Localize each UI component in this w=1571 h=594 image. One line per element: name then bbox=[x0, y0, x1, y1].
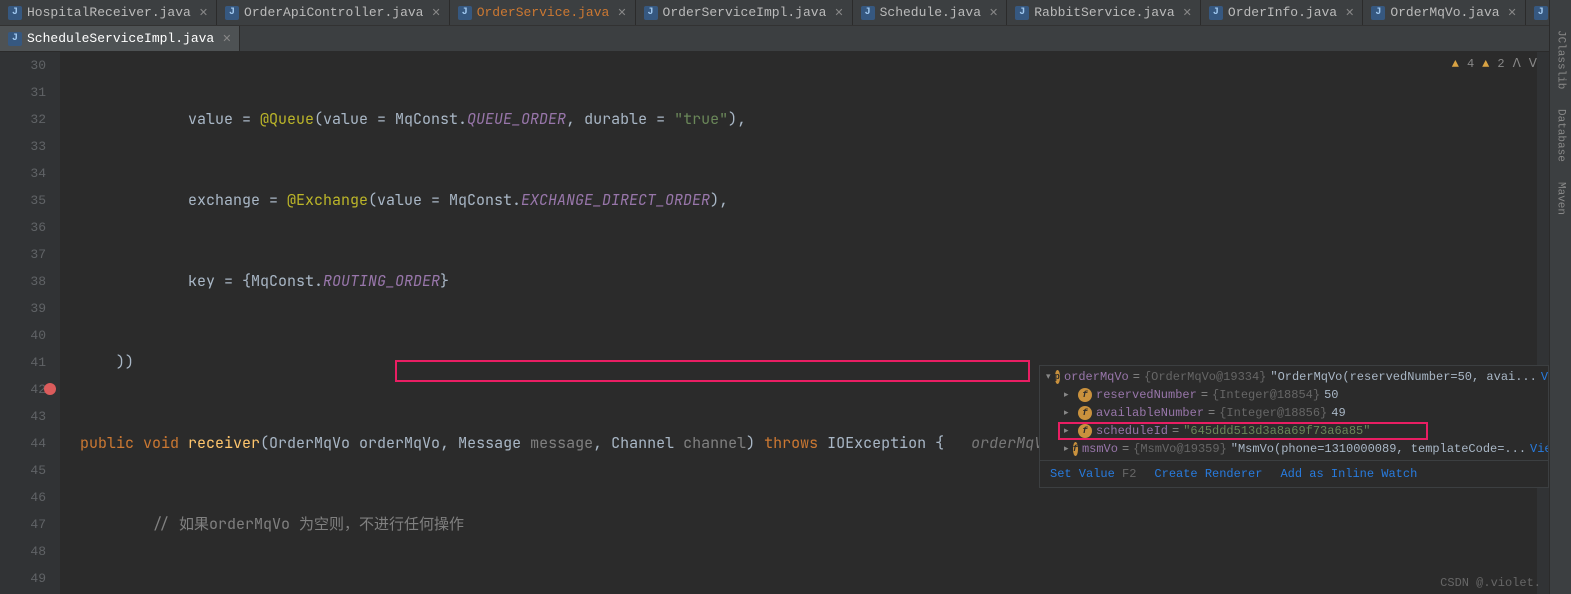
editor-tab[interactable]: J RabbitService.java ✕ bbox=[1007, 0, 1201, 25]
create-renderer-action[interactable]: Create Renderer bbox=[1154, 467, 1262, 481]
tab-label: ScheduleServiceImpl.java bbox=[27, 31, 214, 46]
java-file-icon: J bbox=[1015, 6, 1029, 20]
var-row[interactable]: ▸ f reservedNumber = {Integer@18854} 50 bbox=[1040, 386, 1548, 404]
expand-icon[interactable]: ▸ bbox=[1064, 408, 1074, 418]
jclasslib-tool[interactable]: JClasslib bbox=[1555, 30, 1567, 89]
expand-icon[interactable]: ▸ bbox=[1064, 444, 1069, 454]
field-icon: f bbox=[1078, 406, 1092, 420]
editor-area: 303132333435363738394041 4 2 43444546474849… bbox=[0, 52, 1571, 594]
view-link[interactable]: View bbox=[1541, 370, 1548, 384]
line-number[interactable]: 31 bbox=[0, 79, 54, 106]
close-icon[interactable]: ✕ bbox=[1183, 6, 1192, 20]
next-highlight-icon[interactable]: ᐯ bbox=[1529, 56, 1537, 71]
editor-tab[interactable]: J OrderMqVo.java ✕ bbox=[1363, 0, 1525, 25]
line-number[interactable]: 47 bbox=[0, 511, 54, 538]
right-tool-strip: JClasslib Database Maven bbox=[1549, 0, 1571, 594]
line-gutter: 3031323334353637383940414243444546474849 bbox=[0, 52, 60, 594]
editor-tab[interactable]: J HospitalReceiver.java ✕ bbox=[0, 0, 217, 25]
tab-label: RabbitService.java bbox=[1034, 5, 1174, 20]
line-number[interactable]: 45 bbox=[0, 457, 54, 484]
warning-icon: ▲ bbox=[1482, 57, 1489, 71]
line-number[interactable]: 40 bbox=[0, 322, 54, 349]
editor-tab[interactable]: J Schedule.java ✕ bbox=[853, 0, 1008, 25]
line-number[interactable]: 49 bbox=[0, 565, 54, 592]
breakpoint-icon[interactable] bbox=[44, 383, 56, 395]
var-row[interactable]: ▸ f availableNumber = {Integer@18856} 49 bbox=[1040, 404, 1548, 422]
watermark: CSDN @.violet. bbox=[1440, 576, 1541, 590]
java-file-icon: J bbox=[1534, 6, 1548, 20]
java-file-icon: J bbox=[8, 6, 22, 20]
view-link[interactable]: Vie bbox=[1530, 442, 1548, 456]
set-value-action[interactable]: Set Value F2 bbox=[1050, 467, 1136, 481]
line-number[interactable]: 35 bbox=[0, 187, 54, 214]
tab-label: OrderApiController.java bbox=[244, 5, 423, 20]
field-icon: f bbox=[1078, 424, 1092, 438]
field-icon: f bbox=[1078, 388, 1092, 402]
line-number[interactable]: 34 bbox=[0, 160, 54, 187]
tab-label: OrderServiceImpl.java bbox=[663, 5, 827, 20]
line-number[interactable]: 46 bbox=[0, 484, 54, 511]
tab-label: OrderService.java bbox=[477, 5, 610, 20]
expand-icon[interactable]: ▸ bbox=[1064, 426, 1074, 436]
expand-icon[interactable]: ▸ bbox=[1064, 390, 1074, 400]
line-number[interactable]: 30 bbox=[0, 52, 54, 79]
java-file-icon: J bbox=[225, 6, 239, 20]
line-number[interactable]: 38 bbox=[0, 268, 54, 295]
line-number[interactable]: 41 bbox=[0, 349, 54, 376]
java-file-icon: J bbox=[8, 32, 22, 46]
java-file-icon: J bbox=[1209, 6, 1223, 20]
error-count: 4 bbox=[1467, 57, 1474, 71]
line-number[interactable]: 44 bbox=[0, 430, 54, 457]
editor-tabs-row1: J HospitalReceiver.java ✕ J OrderApiControll… bbox=[0, 0, 1571, 26]
maven-tool[interactable]: Maven bbox=[1555, 182, 1567, 215]
scrollbar-track[interactable] bbox=[1537, 52, 1549, 594]
close-icon[interactable]: ✕ bbox=[431, 6, 440, 20]
java-file-icon: J bbox=[644, 6, 658, 20]
line-number[interactable]: 33 bbox=[0, 133, 54, 160]
close-icon[interactable]: ✕ bbox=[989, 6, 998, 20]
var-row-root[interactable]: ▾ p orderMqVo = {OrderMqVo@19334} "Order… bbox=[1040, 368, 1548, 386]
editor-tab[interactable]: J OrderInfo.java ✕ bbox=[1201, 0, 1363, 25]
debug-variables-panel: ▾ p orderMqVo = {OrderMqVo@19334} "Order… bbox=[1039, 365, 1549, 488]
line-number[interactable]: 36 bbox=[0, 214, 54, 241]
debug-actions: Set Value F2 Create Renderer Add as Inli… bbox=[1040, 460, 1548, 487]
prev-highlight-icon[interactable]: ᐱ bbox=[1513, 56, 1521, 71]
add-inline-watch-action[interactable]: Add as Inline Watch bbox=[1280, 467, 1417, 481]
error-icon: ▲ bbox=[1452, 57, 1459, 71]
editor-tab[interactable]: J OrderApiController.java ✕ bbox=[217, 0, 450, 25]
editor-tab[interactable]: J OrderServiceImpl.java ✕ bbox=[636, 0, 853, 25]
java-file-icon: J bbox=[458, 6, 472, 20]
line-number[interactable]: 37 bbox=[0, 241, 54, 268]
java-file-icon: J bbox=[861, 6, 875, 20]
var-row[interactable]: ▸ f msmVo = {MsmVo@19359} "MsmVo(phone=1… bbox=[1040, 440, 1548, 458]
close-icon[interactable]: ✕ bbox=[1508, 6, 1517, 20]
inspection-widget[interactable]: ▲ 4 ▲ 2 ᐱ ᐯ bbox=[1452, 56, 1537, 71]
tab-label: HospitalReceiver.java bbox=[27, 5, 191, 20]
close-icon[interactable]: ✕ bbox=[617, 6, 626, 20]
line-number[interactable]: 48 bbox=[0, 538, 54, 565]
tab-label: Schedule.java bbox=[880, 5, 981, 20]
close-icon[interactable]: ✕ bbox=[834, 6, 843, 20]
var-row-highlighted[interactable]: ▸ f scheduleId = "645ddd513d3a8a69f73a6a… bbox=[1040, 422, 1548, 440]
editor-tabs-row2: J ScheduleServiceImpl.java ✕ bbox=[0, 26, 1571, 52]
editor-tab[interactable]: J ScheduleServiceImpl.java ✕ bbox=[0, 26, 240, 51]
param-icon: p bbox=[1055, 370, 1060, 384]
code-content[interactable]: value = @Queue(value = MqConst.QUEUE_ORD… bbox=[60, 52, 1571, 594]
editor-tab[interactable]: J OrderService.java ✕ bbox=[450, 0, 636, 25]
close-icon[interactable]: ✕ bbox=[199, 6, 208, 20]
collapse-icon[interactable]: ▾ bbox=[1046, 372, 1051, 382]
line-number[interactable]: 32 bbox=[0, 106, 54, 133]
tab-label: OrderInfo.java bbox=[1228, 5, 1337, 20]
close-icon[interactable]: ✕ bbox=[1345, 6, 1354, 20]
line-number[interactable]: 43 bbox=[0, 403, 54, 430]
line-number[interactable]: 39 bbox=[0, 295, 54, 322]
warning-count: 2 bbox=[1497, 57, 1504, 71]
field-icon: f bbox=[1073, 442, 1078, 456]
tab-label: OrderMqVo.java bbox=[1390, 5, 1499, 20]
java-file-icon: J bbox=[1371, 6, 1385, 20]
database-tool[interactable]: Database bbox=[1555, 109, 1567, 162]
close-icon[interactable]: ✕ bbox=[222, 32, 231, 46]
